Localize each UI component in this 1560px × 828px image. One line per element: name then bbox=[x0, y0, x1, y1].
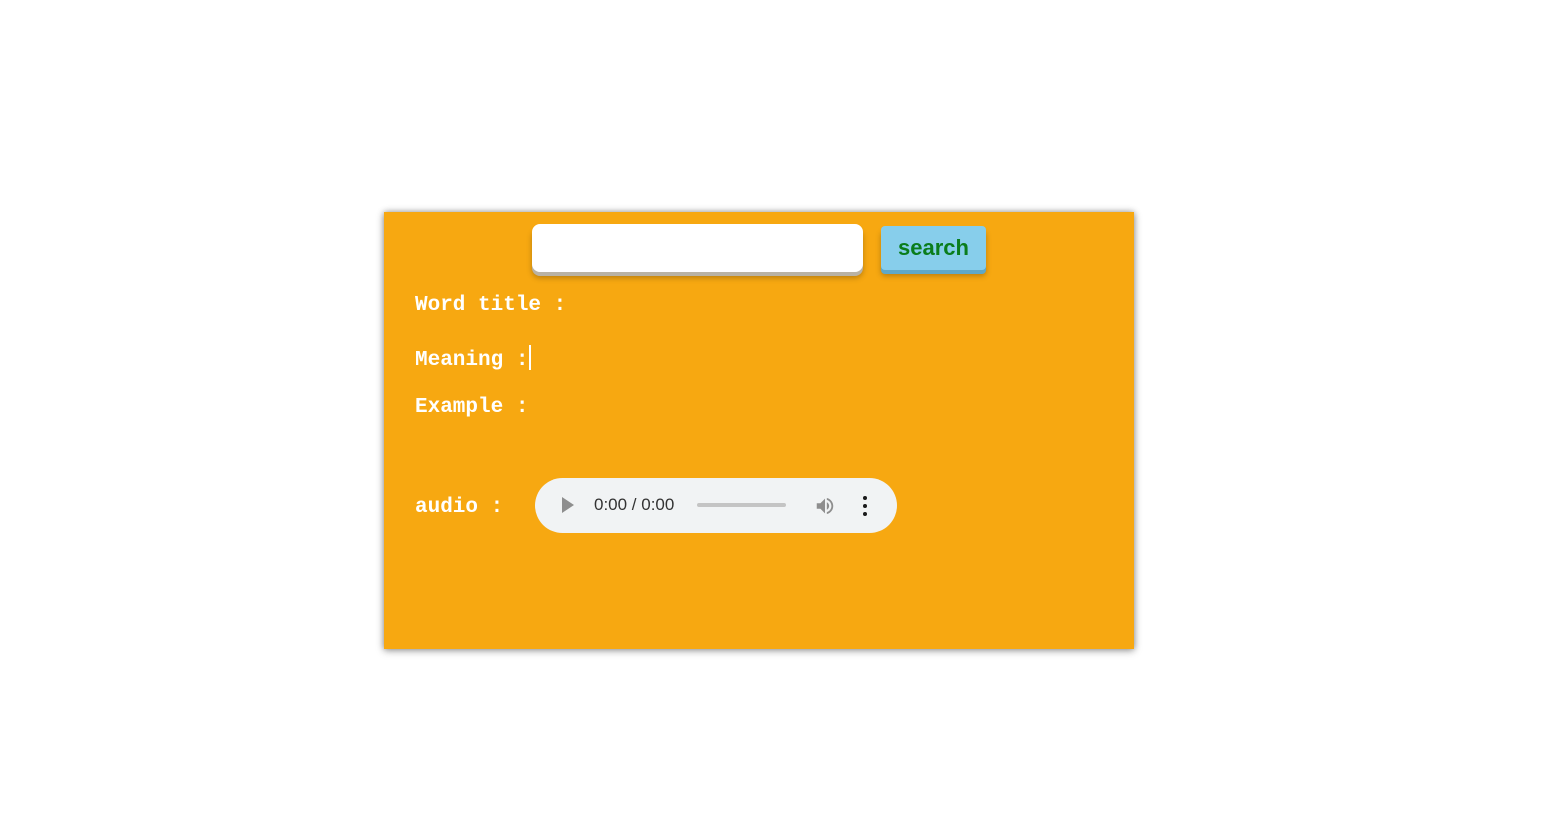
volume-icon[interactable] bbox=[814, 495, 836, 517]
more-options-icon[interactable] bbox=[860, 496, 870, 516]
text-cursor bbox=[529, 345, 531, 370]
progress-slider[interactable] bbox=[697, 503, 786, 507]
audio-player[interactable]: 0:00 / 0:00 bbox=[535, 478, 897, 533]
search-input[interactable] bbox=[532, 224, 863, 272]
meaning-label: Meaning : bbox=[415, 349, 529, 372]
meaning-row: Meaning : bbox=[415, 345, 531, 372]
play-icon[interactable] bbox=[562, 497, 574, 513]
dictionary-card: search Word title : Meaning : Example : … bbox=[384, 212, 1134, 649]
search-button[interactable]: search bbox=[881, 226, 986, 270]
example-label: Example : bbox=[415, 396, 529, 419]
time-display: 0:00 / 0:00 bbox=[594, 495, 675, 514]
word-title-label: Word title : bbox=[415, 294, 567, 317]
audio-label: audio : bbox=[415, 496, 504, 519]
